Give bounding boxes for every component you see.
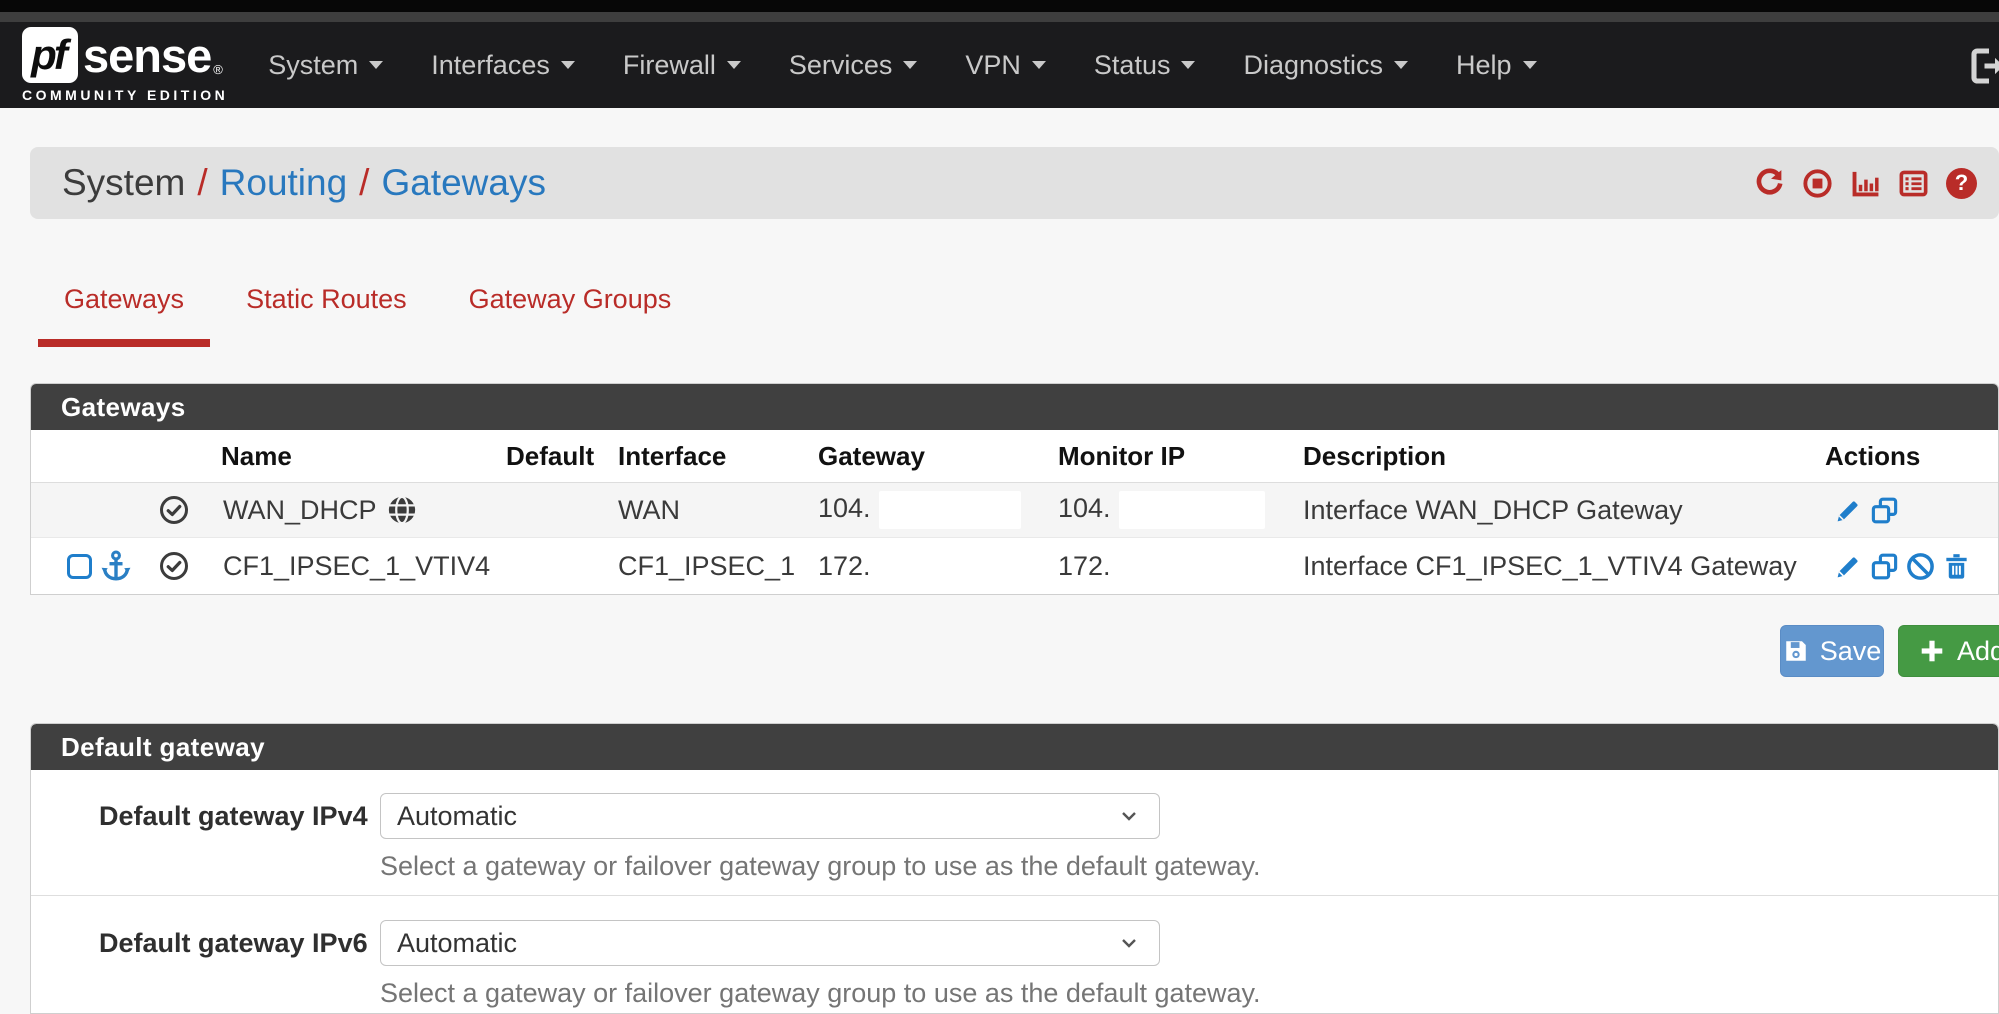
gateway-cell: 172. bbox=[806, 551, 1044, 582]
default-gateway-ipv4-row: Default gateway IPv4 Automatic Select a … bbox=[31, 770, 1998, 896]
check-circle-icon bbox=[159, 495, 189, 525]
gateways-panel: Gateways Name Default Interface Gateway … bbox=[30, 383, 1999, 595]
redaction-box bbox=[1119, 491, 1265, 529]
stop-circle-icon[interactable] bbox=[1802, 168, 1833, 199]
description-cell: Interface CF1_IPSEC_1_VTIV4 Gateway bbox=[1289, 551, 1813, 582]
breadcrumb-gateways-link[interactable]: Gateways bbox=[381, 162, 546, 204]
column-default: Default bbox=[496, 441, 606, 472]
column-description: Description bbox=[1289, 441, 1813, 472]
column-actions: Actions bbox=[1813, 441, 1998, 472]
nav-item-status[interactable]: Status bbox=[1070, 22, 1220, 108]
pfsense-logo[interactable]: pf sense ® COMMUNITY EDITION bbox=[22, 27, 228, 103]
column-monitor-ip: Monitor IP bbox=[1044, 441, 1289, 472]
ipv4-help-text: Select a gateway or failover gateway gro… bbox=[380, 851, 1998, 882]
navbar: pf sense ® COMMUNITY EDITION System Inte… bbox=[0, 22, 1999, 108]
nav-item-services[interactable]: Services bbox=[765, 22, 942, 108]
default-gateway-ipv6-label: Default gateway IPv6 bbox=[31, 920, 331, 966]
floppy-save-icon bbox=[1783, 638, 1809, 664]
ipv6-help-text: Select a gateway or failover gateway gro… bbox=[380, 978, 1998, 1009]
column-gateway: Gateway bbox=[806, 441, 1044, 472]
nav-item-interfaces[interactable]: Interfaces bbox=[407, 22, 599, 108]
chevron-down-icon bbox=[1117, 804, 1141, 828]
nav-item-help[interactable]: Help bbox=[1432, 22, 1561, 108]
edit-pencil-icon[interactable] bbox=[1834, 496, 1863, 525]
default-gateway-ipv6-select[interactable]: Automatic bbox=[380, 920, 1160, 966]
chart-bar-icon[interactable] bbox=[1850, 168, 1881, 199]
community-edition-label: COMMUNITY EDITION bbox=[22, 87, 228, 103]
delete-trash-icon[interactable] bbox=[1942, 552, 1971, 581]
tab-gateway-groups[interactable]: Gateway Groups bbox=[443, 284, 698, 347]
caret-down-icon bbox=[1394, 61, 1408, 69]
browser-strip bbox=[0, 12, 1999, 22]
caret-down-icon bbox=[903, 61, 917, 69]
caret-down-icon bbox=[727, 61, 741, 69]
table-row-wan-dhcp: WAN_DHCP WAN 104. 104. Interface WAN_DHC… bbox=[31, 483, 1998, 538]
registered-mark: ® bbox=[213, 62, 223, 77]
copy-icon[interactable] bbox=[1870, 552, 1899, 581]
gateways-panel-title: Gateways bbox=[31, 384, 1998, 430]
help-circle-icon[interactable]: ? bbox=[1946, 168, 1977, 199]
edit-pencil-icon[interactable] bbox=[1834, 552, 1863, 581]
gateways-table-header: Name Default Interface Gateway Monitor I… bbox=[31, 430, 1998, 483]
caret-down-icon bbox=[1523, 61, 1537, 69]
breadcrumb-bar: System / Routing / Gateways ? bbox=[30, 147, 1999, 219]
gateway-name: WAN_DHCP bbox=[223, 495, 377, 526]
page-action-icons: ? bbox=[1754, 168, 1999, 199]
actions-cell bbox=[1813, 496, 1998, 525]
refresh-icon[interactable] bbox=[1754, 168, 1785, 199]
anchor-icon[interactable] bbox=[99, 549, 133, 583]
plus-icon bbox=[1919, 638, 1945, 664]
default-gateway-ipv4-select[interactable]: Automatic bbox=[380, 793, 1160, 839]
default-gateway-ipv4-label: Default gateway IPv4 bbox=[31, 793, 331, 839]
caret-down-icon bbox=[1181, 61, 1195, 69]
table-row-cf1-ipsec: CF1_IPSEC_1_VTIV4 CF1_IPSEC_1 172. 172. … bbox=[31, 538, 1998, 594]
sense-logo-text: sense bbox=[83, 28, 211, 83]
tab-static-routes[interactable]: Static Routes bbox=[220, 284, 433, 347]
save-button[interactable]: Save bbox=[1780, 625, 1884, 677]
caret-down-icon bbox=[561, 61, 575, 69]
nav-item-diagnostics[interactable]: Diagnostics bbox=[1219, 22, 1432, 108]
caret-down-icon bbox=[1032, 61, 1046, 69]
check-circle-icon bbox=[159, 551, 189, 581]
nav-menu: System Interfaces Firewall Services VPN … bbox=[244, 22, 1560, 108]
interface-cell: CF1_IPSEC_1 bbox=[606, 551, 806, 582]
redaction-box bbox=[879, 491, 1021, 529]
tab-bar: Gateways Static Routes Gateway Groups bbox=[38, 284, 697, 347]
actions-cell bbox=[1813, 552, 1998, 581]
description-cell: Interface WAN_DHCP Gateway bbox=[1289, 495, 1813, 526]
gateway-cell: 104. bbox=[806, 491, 1044, 529]
caret-down-icon bbox=[369, 61, 383, 69]
log-list-icon[interactable] bbox=[1898, 168, 1929, 199]
disable-ban-icon[interactable] bbox=[1906, 552, 1935, 581]
globe-icon bbox=[387, 495, 417, 525]
default-gateway-ipv6-row: Default gateway IPv6 Automatic Select a … bbox=[31, 896, 1998, 1014]
row-checkbox[interactable] bbox=[67, 554, 92, 579]
default-gateway-panel-title: Default gateway bbox=[31, 724, 1998, 770]
monitor-ip-cell: 104. bbox=[1044, 491, 1289, 529]
nav-item-vpn[interactable]: VPN bbox=[941, 22, 1070, 108]
column-name: Name bbox=[159, 441, 496, 472]
add-button[interactable]: Add bbox=[1898, 625, 1999, 677]
default-gateway-panel: Default gateway Default gateway IPv4 Aut… bbox=[30, 723, 1999, 1014]
breadcrumb: System / Routing / Gateways bbox=[30, 162, 546, 204]
breadcrumb-separator: / bbox=[359, 162, 369, 204]
breadcrumb-system: System bbox=[62, 162, 185, 204]
monitor-ip-cell: 172. bbox=[1044, 551, 1289, 582]
breadcrumb-separator: / bbox=[197, 162, 207, 204]
pf-logo-box: pf bbox=[22, 27, 78, 83]
nav-item-system[interactable]: System bbox=[244, 22, 407, 108]
chevron-down-icon bbox=[1117, 931, 1141, 955]
sign-out-icon[interactable] bbox=[1967, 48, 1999, 84]
nav-item-firewall[interactable]: Firewall bbox=[599, 22, 765, 108]
tab-gateways[interactable]: Gateways bbox=[38, 284, 210, 347]
copy-icon[interactable] bbox=[1870, 496, 1899, 525]
window-top-bar bbox=[0, 0, 1999, 12]
column-interface: Interface bbox=[606, 441, 806, 472]
pf-logo-text: pf bbox=[31, 31, 69, 79]
gateway-name: CF1_IPSEC_1_VTIV4 bbox=[223, 551, 490, 582]
breadcrumb-routing-link[interactable]: Routing bbox=[220, 162, 348, 204]
interface-cell: WAN bbox=[606, 495, 806, 526]
